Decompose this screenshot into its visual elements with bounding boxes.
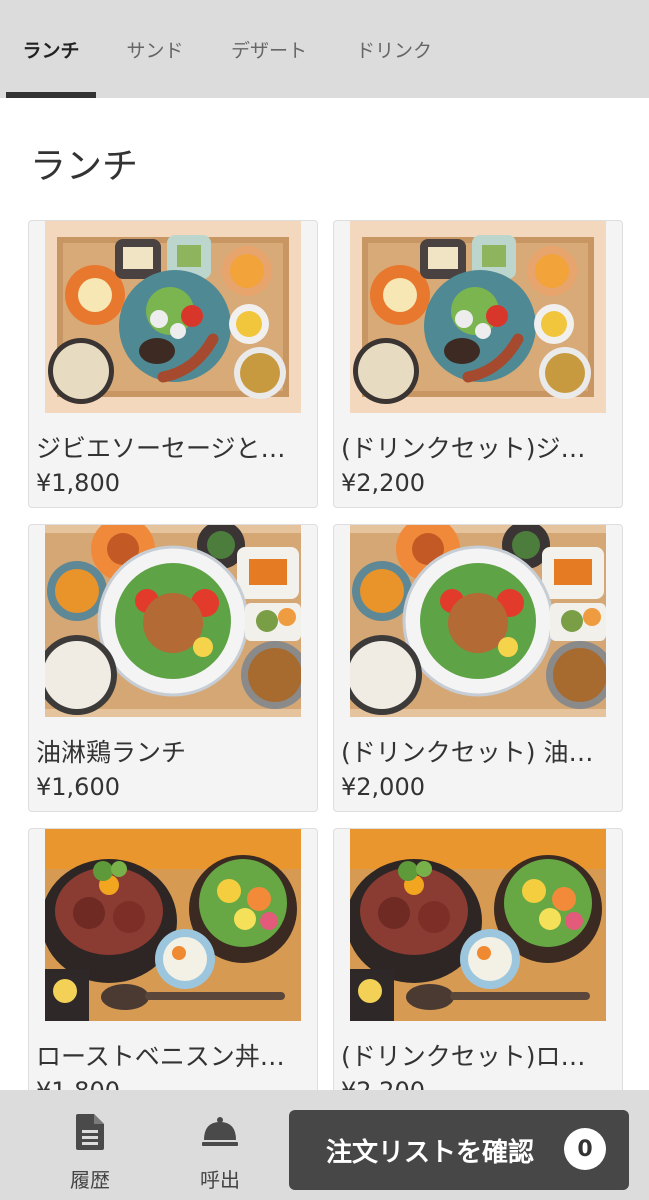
menu-item-price: ¥1,600 bbox=[36, 773, 120, 801]
category-tab-bar: ランチ サンド デザート ドリンク bbox=[0, 0, 649, 98]
menu-item-name: 油淋鶏ランチ bbox=[36, 738, 187, 767]
document-icon bbox=[70, 1112, 110, 1152]
bell-icon bbox=[200, 1112, 240, 1152]
menu-item-price: ¥2,000 bbox=[341, 773, 425, 801]
menu-item-name: (ドリンクセット)ロ… bbox=[341, 1042, 586, 1071]
food-photo bbox=[45, 829, 301, 1021]
food-photo bbox=[45, 525, 301, 717]
menu-item-price: ¥1,800 bbox=[36, 469, 120, 497]
call-staff-button[interactable]: 呼出 bbox=[170, 1090, 270, 1200]
menu-card[interactable]: (ドリンクセット) 油… ¥2,000 bbox=[333, 524, 623, 812]
tab-dessert[interactable]: デザート bbox=[214, 0, 324, 98]
menu-card[interactable]: ローストベニスン丼… ¥1,800 bbox=[28, 828, 318, 1116]
menu-card[interactable]: (ドリンクセット)ロ… ¥2,200 bbox=[333, 828, 623, 1116]
food-photo bbox=[45, 221, 301, 413]
menu-item-name: (ドリンクセット)ジ… bbox=[341, 434, 586, 463]
tab-sandwich[interactable]: サンド bbox=[106, 0, 204, 98]
food-photo bbox=[350, 525, 606, 717]
order-button-label: 注文リストを確認 bbox=[326, 1138, 535, 1168]
menu-item-name: ローストベニスン丼… bbox=[36, 1042, 285, 1071]
tab-lunch[interactable]: ランチ bbox=[6, 0, 96, 98]
history-button[interactable]: 履歴 bbox=[40, 1090, 140, 1200]
menu-item-name: (ドリンクセット) 油… bbox=[341, 738, 594, 767]
section-title: ランチ bbox=[30, 146, 139, 187]
menu-item-price: ¥2,200 bbox=[341, 469, 425, 497]
menu-card[interactable]: ジビエソーセージと… ¥1,800 bbox=[28, 220, 318, 508]
food-photo bbox=[350, 221, 606, 413]
view-order-list-button[interactable]: 注文リストを確認 0 bbox=[289, 1110, 629, 1190]
tab-drink[interactable]: ドリンク bbox=[338, 0, 450, 98]
order-count-badge: 0 bbox=[564, 1128, 606, 1170]
menu-item-name: ジビエソーセージと… bbox=[36, 434, 286, 463]
menu-card[interactable]: (ドリンクセット)ジ… ¥2,200 bbox=[333, 220, 623, 508]
food-photo bbox=[350, 829, 606, 1021]
history-label: 履歴 bbox=[70, 1168, 110, 1192]
menu-card[interactable]: 油淋鶏ランチ ¥1,600 bbox=[28, 524, 318, 812]
active-tab-indicator bbox=[6, 92, 96, 98]
call-label: 呼出 bbox=[200, 1168, 240, 1192]
